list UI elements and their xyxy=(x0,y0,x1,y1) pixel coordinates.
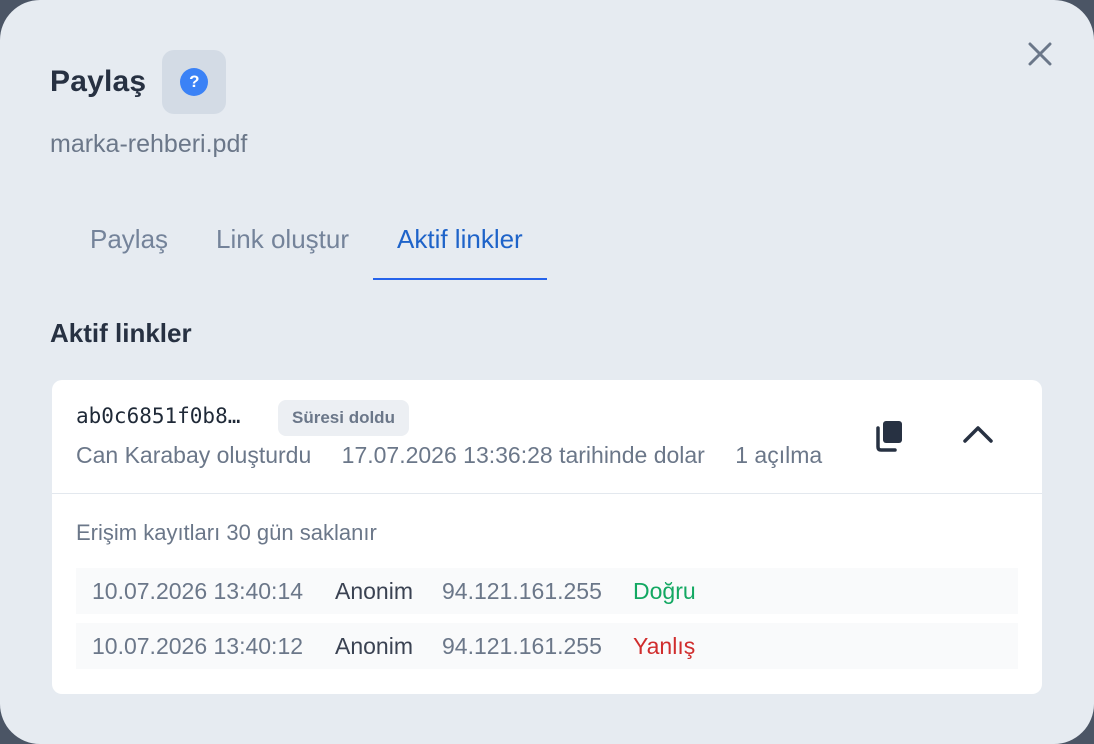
help-button[interactable]: ? xyxy=(162,50,227,114)
access-log-row: 10.07.2026 13:40:14 Anonim 94.121.161.25… xyxy=(76,568,1018,614)
link-card-header: ab0c6851f0b8… Süresi doldu Can Karabay o… xyxy=(52,380,1042,494)
log-user: Anonim xyxy=(335,577,413,604)
status-badge: Süresi doldu xyxy=(278,400,409,436)
link-meta: Can Karabay oluşturdu 17.07.2026 13:36:2… xyxy=(76,442,846,469)
expiry-date: 17.07.2026 13:36:28 tarihinde dolar xyxy=(341,442,705,468)
log-result: Doğru xyxy=(633,577,696,604)
link-id: ab0c6851f0b8… xyxy=(76,404,241,428)
access-log-row: 10.07.2026 13:40:12 Anonim 94.121.161.25… xyxy=(76,623,1018,669)
chevron-up-icon xyxy=(963,426,993,443)
log-ip: 94.121.161.255 xyxy=(442,632,602,659)
tab-bar: Paylaş Link oluştur Aktif linkler xyxy=(66,205,547,281)
copy-icon xyxy=(876,421,902,452)
dialog-header: Paylaş ? xyxy=(50,50,227,114)
question-circle-icon: ? xyxy=(180,68,209,96)
log-user: Anonim xyxy=(335,632,413,659)
log-result: Yanlış xyxy=(633,632,696,659)
section-title: Aktif linkler xyxy=(50,318,192,348)
close-button[interactable] xyxy=(1020,34,1060,74)
created-by: Can Karabay oluşturdu xyxy=(76,442,312,468)
share-dialog: Paylaş ? marka-rehberi.pdf Paylaş Link o… xyxy=(0,0,1094,744)
tab-active-links[interactable]: Aktif linkler xyxy=(373,205,547,281)
log-timestamp: 10.07.2026 13:40:12 xyxy=(92,632,304,659)
log-ip: 94.121.161.255 xyxy=(442,577,602,604)
log-timestamp: 10.07.2026 13:40:14 xyxy=(92,577,304,604)
copy-link-button[interactable] xyxy=(862,408,918,464)
tab-share[interactable]: Paylaş xyxy=(66,205,192,281)
collapse-button[interactable] xyxy=(950,406,1006,462)
open-count: 1 açılma xyxy=(735,442,823,468)
retention-note: Erişim kayıtları 30 gün saklanır xyxy=(76,520,377,545)
close-icon xyxy=(1028,42,1052,66)
tab-create-link[interactable]: Link oluştur xyxy=(192,205,373,281)
file-name: marka-rehberi.pdf xyxy=(50,130,248,158)
link-card: ab0c6851f0b8… Süresi doldu Can Karabay o… xyxy=(52,380,1042,694)
dialog-title: Paylaş xyxy=(50,65,147,98)
